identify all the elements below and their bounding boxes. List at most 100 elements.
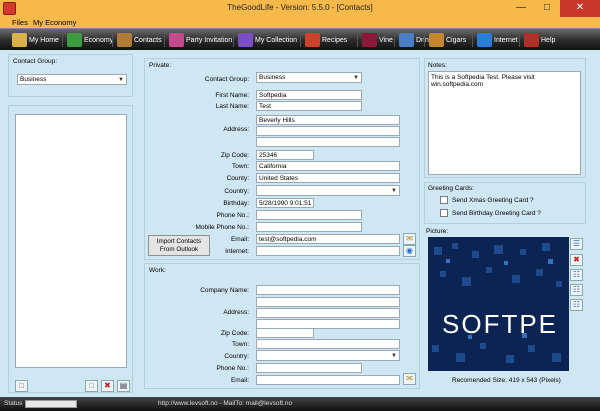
globe-icon	[477, 33, 492, 47]
contact-picture[interactable]: SOFTPE	[428, 237, 569, 371]
internet-field[interactable]	[256, 246, 400, 256]
phone-field[interactable]	[256, 210, 362, 220]
status-label: Status	[4, 400, 23, 407]
work-email-field[interactable]	[256, 375, 400, 385]
country-select[interactable]: ▼	[256, 185, 400, 196]
birthday-field[interactable]: 5/28/1990 9:01:51 AM	[256, 198, 314, 208]
toolbar-my-collection-button[interactable]: My Collection	[236, 31, 299, 49]
help-icon	[524, 33, 539, 47]
cigars-icon	[429, 33, 444, 47]
work-address-line-1[interactable]	[256, 297, 400, 307]
greeting-cards-label: Greeting Cards:	[428, 185, 474, 192]
xmas-card-checkbox[interactable]	[440, 196, 448, 204]
notes-textarea[interactable]: This is a Softpedia Test. Please visit w…	[428, 71, 581, 175]
new-contact-icon[interactable]: □	[85, 380, 98, 392]
books-icon	[238, 33, 253, 47]
zip-code-field[interactable]: 25346	[256, 150, 314, 160]
contact-group-value: Business	[20, 76, 47, 83]
toolbar-internet-button[interactable]: Internet	[475, 31, 520, 49]
private-contact-group-select[interactable]: Business ▼	[256, 72, 362, 83]
birthday-card-label: Send Birthday Greeting Card ?	[452, 210, 541, 217]
email-field[interactable]: test@softpedia.com	[256, 234, 400, 244]
work-panel: Work: Company Name: Address: Zip Code: T…	[144, 263, 420, 389]
delete-icon[interactable]: ✖	[101, 380, 114, 392]
toolbar-contacts-button[interactable]: Contacts	[115, 31, 164, 49]
chevron-down-icon: ▼	[391, 188, 397, 194]
work-address-line-2[interactable]	[256, 308, 400, 318]
toolbar-button-label: Vine	[379, 36, 393, 44]
private-section-label: Private:	[149, 62, 172, 69]
company-name-label: Company Name:	[200, 287, 249, 294]
toolbar-help-button[interactable]: Help	[522, 31, 557, 49]
xmas-card-label: Send Xmas Greeting Card ?	[452, 197, 534, 204]
mobile-field[interactable]	[256, 222, 362, 232]
work-section-label: Work:	[149, 267, 166, 274]
remove-image-icon[interactable]: ✖	[570, 254, 583, 266]
menu-my-economy[interactable]: My Economy	[33, 17, 76, 28]
address-line-1[interactable]: Beverly Hills	[256, 115, 400, 125]
toolbar-my-home-button[interactable]: My Home	[10, 31, 61, 49]
address-line-3[interactable]	[256, 137, 400, 147]
mail-icon[interactable]: ✉	[403, 233, 416, 245]
toolbar-button-label: Recipes	[322, 36, 348, 44]
money-icon	[67, 33, 82, 47]
toolbar-separator	[394, 33, 395, 47]
toolbar-party-invitation-button[interactable]: Party Invitation	[167, 31, 234, 49]
toolbar-separator	[112, 33, 113, 47]
mobile-label: Mobile Phone No.:	[195, 224, 249, 231]
notes-panel: Notes: This is a Softpedia Test. Please …	[424, 58, 586, 178]
address-line-2[interactable]	[256, 126, 400, 136]
print-icon[interactable]: ▤	[117, 380, 130, 392]
toolbar-button-label: Party Invitation	[186, 36, 233, 44]
first-name-label: First Name:	[215, 92, 249, 99]
minimize-button[interactable]: —	[508, 0, 534, 17]
town-label: Town:	[232, 163, 249, 170]
toolbar-cigars-button[interactable]: Cigars	[427, 31, 468, 49]
company-name-field[interactable]	[256, 285, 400, 295]
work-phone-label: Phone No.:	[216, 365, 249, 372]
contact-group-select[interactable]: Business ▼	[17, 74, 127, 85]
globe-icon[interactable]: ◉	[403, 245, 416, 257]
mail-icon[interactable]: ✉	[403, 373, 416, 385]
private-contact-group-value: Business	[259, 74, 286, 81]
toolbar-button-label: Economy	[84, 36, 114, 44]
maximize-button[interactable]: □	[534, 0, 560, 17]
toolbar-button-label: Help	[541, 36, 556, 44]
town-field[interactable]: California	[256, 161, 400, 171]
last-name-field[interactable]: Test	[256, 101, 362, 111]
toolbar-separator	[424, 33, 425, 47]
county-field[interactable]: United States	[256, 173, 400, 183]
work-zip-field[interactable]	[256, 328, 314, 338]
contact-group-label: Contact Group:	[13, 58, 58, 65]
main-toolbar: My Home Economy Contacts Party Invitation My…	[0, 28, 600, 50]
work-phone-field[interactable]	[256, 363, 362, 373]
contact-list[interactable]	[15, 114, 127, 368]
contact-list-panel: □ □ ✖ ▤	[8, 105, 133, 393]
toolbar-separator	[233, 33, 234, 47]
close-button[interactable]: ✕	[560, 0, 600, 17]
status-progress	[25, 400, 77, 408]
scan-image-icon[interactable]: ☷	[570, 299, 583, 311]
toolbar-separator	[472, 33, 473, 47]
open-image-icon[interactable]: ☰	[570, 238, 583, 250]
chevron-down-icon: ▼	[391, 353, 397, 359]
copy-image-icon[interactable]: ☷	[570, 269, 583, 281]
first-name-field[interactable]: Softpedia	[256, 90, 362, 100]
toolbar-vine-button[interactable]: Vine	[360, 31, 395, 49]
paste-image-icon[interactable]: ☷	[570, 284, 583, 296]
book-icon[interactable]: □	[15, 380, 28, 392]
work-country-select[interactable]: ▼	[256, 350, 400, 361]
birthday-card-checkbox[interactable]	[440, 209, 448, 217]
work-address-label: Address:	[223, 309, 249, 316]
recipes-icon	[305, 33, 320, 47]
menu-bar: Files My Economy	[0, 17, 600, 28]
contacts-icon	[117, 33, 132, 47]
work-town-field[interactable]	[256, 339, 400, 349]
menu-files[interactable]: Files	[12, 17, 28, 28]
last-name-label: Last Name:	[215, 103, 249, 110]
toolbar-separator	[62, 33, 63, 47]
toolbar-recipes-button[interactable]: Recipes	[303, 31, 349, 49]
status-links[interactable]: http://www.levsoft.no - MailTo: mail@lev…	[158, 400, 292, 407]
toolbar-economy-button[interactable]: Economy	[65, 31, 115, 49]
private-panel: Private: Contact Group: Business ▼ First…	[144, 58, 420, 260]
